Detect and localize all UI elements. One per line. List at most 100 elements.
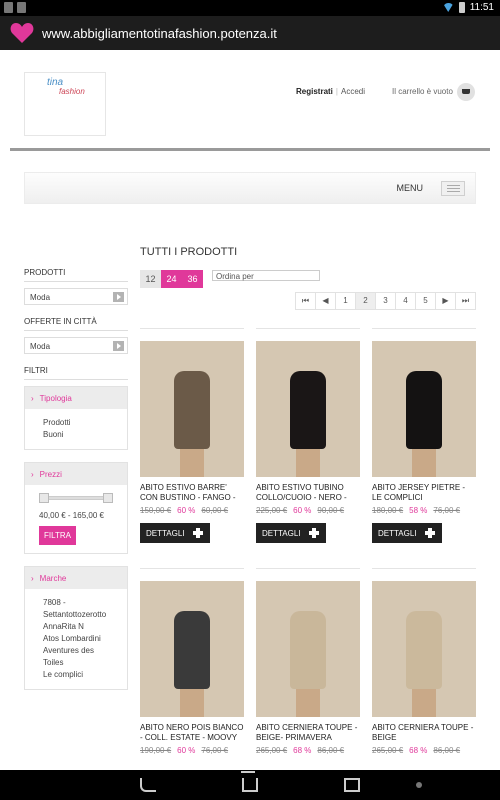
slider-min-handle[interactable] — [39, 493, 49, 503]
per-page-12[interactable]: 12 — [140, 270, 161, 288]
order-by-select[interactable]: Ordina per — [212, 270, 320, 281]
details-button[interactable]: DETTAGLI — [140, 523, 210, 543]
type-item[interactable]: Prodotti — [43, 417, 109, 429]
product-card: ABITO CERNIERA TOUPE - BEIGE- PRIMAVERA … — [256, 568, 360, 755]
brand-filter-title: Marche — [39, 574, 67, 583]
dress — [290, 611, 326, 689]
chevron-right-icon: › — [31, 574, 34, 583]
cart-label[interactable]: Il carrello è vuoto — [392, 87, 453, 96]
prev-page-icon[interactable]: ◀ — [315, 292, 336, 310]
home-icon[interactable] — [242, 778, 258, 792]
discount: 60 % — [293, 506, 312, 515]
first-page-icon[interactable]: ⏮ — [295, 292, 316, 310]
menu-label[interactable]: MENU — [397, 183, 424, 193]
menu-bar: MENU — [24, 172, 476, 204]
status-time: 11:51 — [469, 2, 494, 13]
site-logo[interactable]: tina fashion — [24, 72, 106, 136]
discount: 68 % — [409, 746, 428, 755]
product-card: ABITO NERO POIS BIANCO - COLL. ESTATE - … — [140, 568, 244, 755]
login-link[interactable]: Accedi — [341, 87, 365, 96]
product-name[interactable]: ABITO CERNIERA TOUPE - BEIGE — [372, 723, 476, 743]
offers-select[interactable]: Moda — [24, 337, 128, 354]
products-title: PRODOTTI — [24, 268, 128, 282]
product-image[interactable] — [140, 581, 244, 717]
old-price: 150,00 € — [140, 506, 172, 515]
menu-dot-icon[interactable] — [416, 782, 422, 788]
page-2[interactable]: 2 — [355, 292, 376, 310]
plus-icon — [309, 528, 319, 538]
product-name[interactable]: ABITO JERSEY PIETRE - LE COMPLICI — [372, 483, 476, 503]
slider-max-handle[interactable] — [103, 493, 113, 503]
chevron-right-icon: › — [31, 470, 34, 479]
product-image[interactable] — [372, 341, 476, 477]
plus-icon — [425, 528, 435, 538]
recent-apps-icon[interactable] — [344, 778, 360, 792]
filter-button[interactable]: FILTRA — [39, 526, 76, 545]
per-page-24[interactable]: 24 — [161, 270, 182, 288]
product-image[interactable] — [140, 341, 244, 477]
product-name[interactable]: ABITO ESTIVO TUBINO COLLO/CUOIO - NERO - — [256, 483, 360, 503]
back-icon[interactable] — [140, 778, 156, 792]
page-5[interactable]: 5 — [415, 292, 436, 310]
next-page-icon[interactable]: ▶ — [435, 292, 456, 310]
hamburger-icon[interactable] — [441, 181, 465, 196]
app-title-bar: www.abbigliamentotinafashion.potenza.it — [0, 16, 500, 50]
cart-icon[interactable] — [457, 83, 475, 101]
new-price: 86,00 € — [433, 746, 461, 755]
dress-legs — [412, 449, 436, 477]
price-filter-title: Prezzi — [39, 470, 62, 479]
details-button[interactable]: DETTAGLI — [372, 523, 442, 543]
pagination: ⏮ ◀ 1 2 3 4 5 ▶ ⏭ — [295, 292, 476, 310]
product-image[interactable] — [372, 581, 476, 717]
type-filter-header[interactable]: › Tipologia — [25, 387, 127, 409]
brand-item[interactable]: Le complici — [43, 669, 109, 681]
product-name[interactable]: ABITO NERO POIS BIANCO - COLL. ESTATE - … — [140, 723, 244, 743]
discount: 60 % — [177, 746, 196, 755]
heart-icon — [10, 23, 34, 43]
product-card: ABITO ESTIVO BARRE' CON BUSTINO - FANGO … — [140, 328, 244, 543]
products-select[interactable]: Moda — [24, 288, 128, 305]
type-filter-title: Tipologia — [39, 394, 72, 403]
details-label: DETTAGLI — [262, 529, 301, 538]
per-page-36[interactable]: 36 — [182, 270, 203, 288]
dress — [290, 371, 326, 449]
brand-filter: › Marche 7808 - Settantottozerotto AnnaRi… — [24, 566, 128, 690]
product-image[interactable] — [256, 581, 360, 717]
old-price: 180,00 € — [372, 506, 404, 515]
android-navbar — [0, 770, 500, 800]
product-name[interactable]: ABITO ESTIVO BARRE' CON BUSTINO - FANGO … — [140, 483, 244, 503]
filters-title: FILTRI — [24, 366, 128, 380]
chevron-right-icon: › — [31, 394, 34, 403]
notification-icon — [17, 2, 26, 13]
details-button[interactable]: DETTAGLI — [256, 523, 326, 543]
wifi-icon — [442, 3, 454, 12]
dress — [406, 611, 442, 689]
type-item[interactable]: Buoni — [43, 429, 109, 441]
new-price: 60,00 € — [201, 506, 229, 515]
notification-icons — [4, 2, 26, 13]
page-4[interactable]: 4 — [395, 292, 416, 310]
product-card: ABITO JERSEY PIETRE - LE COMPLICI 180,00… — [372, 328, 476, 543]
page-1[interactable]: 1 — [335, 292, 356, 310]
product-image[interactable] — [256, 341, 360, 477]
brand-item[interactable]: Atos Lombardini — [43, 633, 109, 645]
price-filter-header[interactable]: › Prezzi — [25, 463, 127, 485]
product-name[interactable]: ABITO CERNIERA TOUPE - BEIGE- PRIMAVERA … — [256, 723, 360, 743]
brand-item[interactable]: AnnaRita N — [43, 621, 109, 633]
offers-title: OFFERTE IN CITTÀ — [24, 317, 128, 331]
dress — [174, 371, 210, 449]
arrow-right-icon — [113, 341, 124, 351]
product-card: ABITO CERNIERA TOUPE - BEIGE 265,00 € 68 … — [372, 568, 476, 755]
type-filter: › Tipologia Prodotti Buoni — [24, 386, 128, 450]
header-divider — [10, 148, 490, 151]
last-page-icon[interactable]: ⏭ — [455, 292, 476, 310]
brand-item[interactable]: Aventures des Toiles — [43, 645, 109, 669]
price-slider[interactable] — [39, 493, 113, 503]
products-select-value: Moda — [30, 293, 51, 302]
page-3[interactable]: 3 — [375, 292, 396, 310]
brand-item[interactable]: 7808 - Settantottozerotto — [43, 597, 109, 621]
register-link[interactable]: Registrati — [296, 87, 333, 96]
brand-filter-header[interactable]: › Marche — [25, 567, 127, 589]
product-card: ABITO ESTIVO TUBINO COLLO/CUOIO - NERO -… — [256, 328, 360, 543]
price-filter: › Prezzi 40,00 € - 165,00 € FILTRA — [24, 462, 128, 554]
